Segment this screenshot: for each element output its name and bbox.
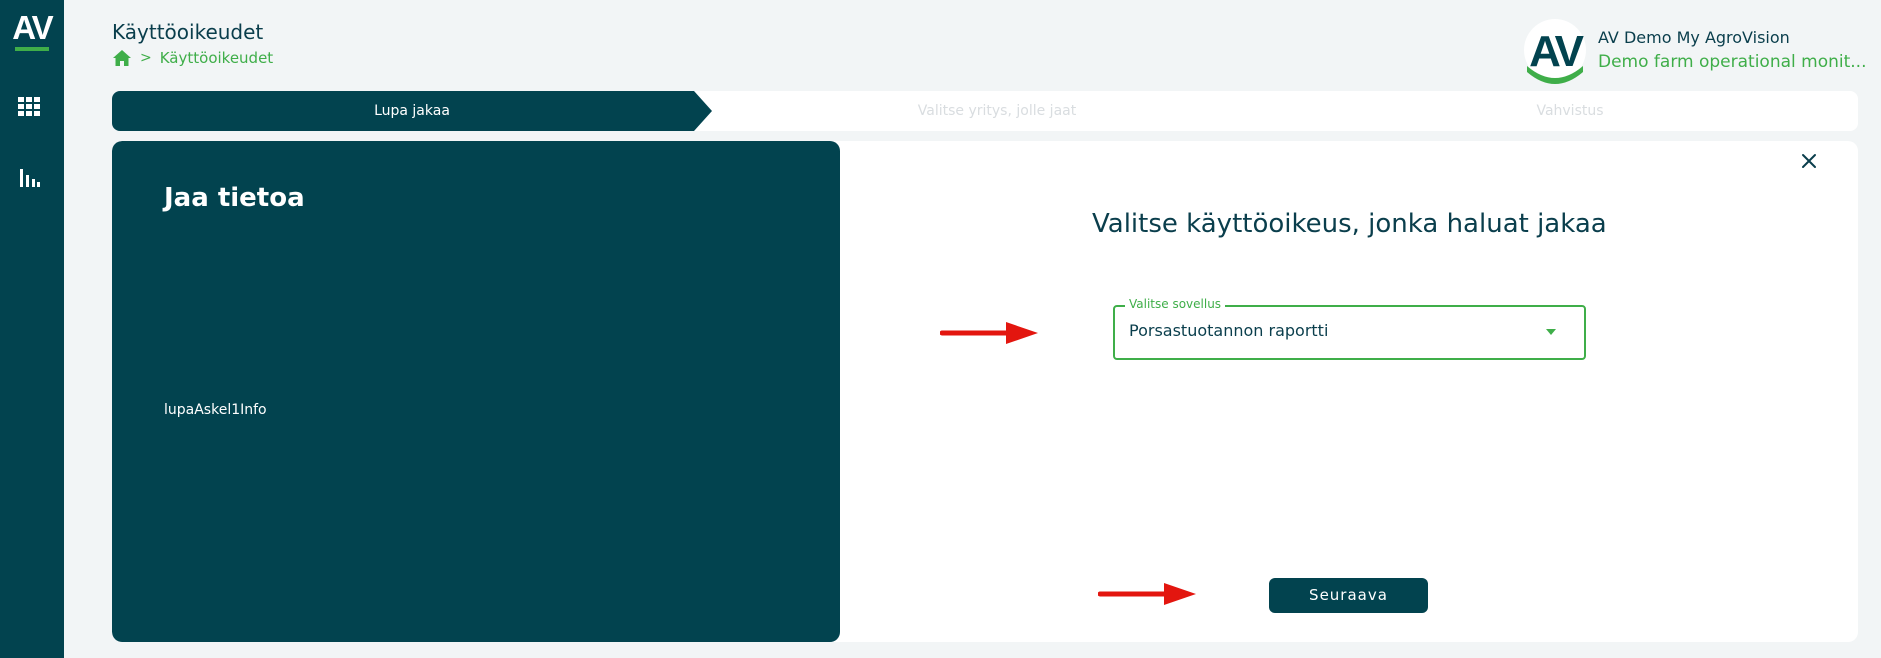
app-select-label: Valitse sovellus — [1125, 297, 1226, 311]
next-button[interactable]: Seuraava — [1269, 578, 1428, 613]
account-name: AV Demo My AgroVision — [1598, 28, 1790, 47]
app-logo[interactable]: AV — [0, 10, 64, 54]
sidebar: AV — [0, 0, 64, 658]
info-panel-text: lupaAskel1Info — [164, 402, 267, 418]
app-select[interactable]: Valitse sovellus Porsastuotannon raportt… — [1113, 297, 1586, 360]
close-icon[interactable] — [1799, 151, 1819, 171]
app-logo-text: AV — [12, 9, 53, 46]
step-label: Lupa jakaa — [374, 103, 450, 119]
share-dialog-card: Jaa tietoa lupaAskel1Info Valitse käyttö… — [112, 141, 1858, 642]
app-select-value: Porsastuotannon raportti — [1129, 321, 1329, 340]
page-title: Käyttöoikeudet — [112, 20, 264, 44]
annotation-arrow-icon — [1098, 583, 1196, 605]
home-icon[interactable] — [112, 49, 132, 67]
main-title: Valitse käyttöoikeus, jonka haluat jakaa — [1092, 209, 1607, 239]
chevron-down-icon[interactable] — [1546, 329, 1556, 335]
app-logo-underline — [15, 47, 49, 51]
account-logo-text: AV — [1529, 27, 1585, 76]
breadcrumb: > Käyttöoikeudet — [112, 49, 273, 67]
breadcrumb-current[interactable]: Käyttöoikeudet — [160, 49, 273, 67]
annotation-arrow-icon — [940, 322, 1038, 344]
breadcrumb-separator: > — [140, 50, 152, 66]
step-vahvistus[interactable]: Vahvistus — [1282, 91, 1858, 131]
account-logo: AV — [1524, 19, 1587, 84]
bar-chart-icon[interactable] — [16, 166, 42, 192]
step-lupa-jakaa[interactable]: Lupa jakaa — [112, 91, 712, 131]
info-panel-title: Jaa tietoa — [164, 183, 305, 213]
account-info[interactable]: AV AV Demo My AgroVision Demo farm opera… — [1523, 16, 1873, 84]
apps-grid-icon[interactable] — [16, 94, 42, 120]
info-panel: Jaa tietoa lupaAskel1Info — [112, 141, 840, 642]
account-subtitle: Demo farm operational monit... — [1598, 52, 1867, 72]
stepper: Lupa jakaa Valitse yritys, jolle jaat Va… — [112, 91, 1858, 131]
step-valitse-yritys[interactable]: Valitse yritys, jolle jaat — [712, 91, 1282, 131]
